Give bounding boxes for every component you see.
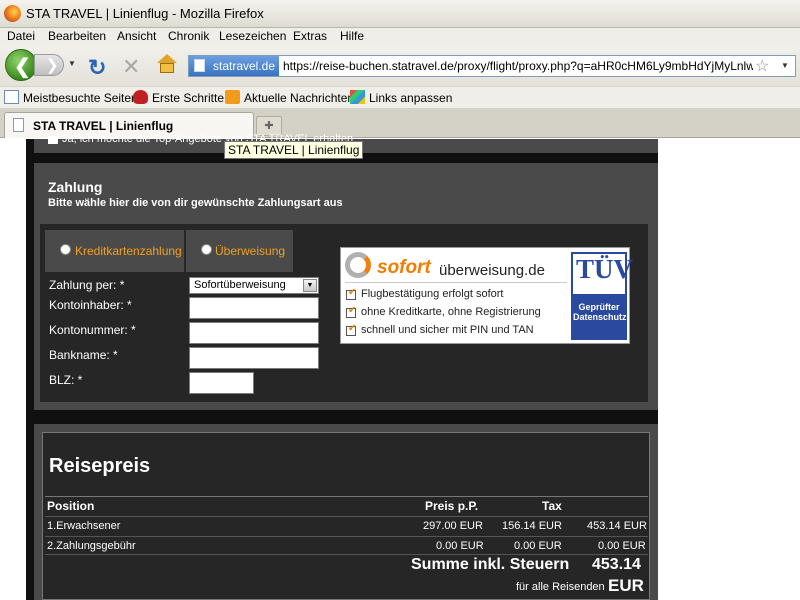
url-bar[interactable]: statravel.de https://reise-buchen.statra… (188, 55, 796, 77)
menu-hilfe[interactable]: Hilfe (340, 29, 364, 43)
bookmarks-toolbar: Meistbesuchte Seiten Erste Schritte Aktu… (0, 86, 800, 108)
tuev-seal: TÜV Geprüfter Datenschutz (571, 252, 633, 340)
forward-button[interactable]: ❯ (34, 54, 64, 76)
bookmark-aktuelle-nachrichten[interactable]: Aktuelle Nachrichten (244, 91, 354, 105)
url-dropdown-icon[interactable]: ▼ (781, 61, 789, 70)
bookmark-erste-schritte[interactable]: Erste Schritte (152, 91, 224, 105)
menu-extras[interactable]: Extras (293, 29, 327, 43)
windows-logo-icon (350, 90, 365, 104)
kontonummer-input[interactable] (189, 322, 319, 344)
bankname-label: Bankname: * (49, 348, 118, 362)
zahlung-per-value: Sofortüberweisung (194, 279, 286, 291)
banner-feature-2: ohne Kreditkarte, ohne Registrierung (361, 306, 541, 318)
sofort-logo-icon (345, 252, 371, 278)
tab-kreditkarte-label: Kreditkartenzahlung (75, 244, 182, 258)
stop-button[interactable]: ✕ (122, 54, 140, 80)
sum-currency: EUR (608, 576, 644, 595)
col-tax-header: Tax (542, 499, 562, 513)
menu-datei[interactable]: Datei (7, 29, 35, 43)
radio-ueberweisung[interactable] (201, 244, 212, 255)
menu-ansicht[interactable]: Ansicht (117, 29, 156, 43)
reload-button[interactable]: ↻ (88, 55, 106, 81)
kontonummer-label: Kontonummer: * (49, 323, 136, 337)
home-button[interactable] (156, 54, 178, 74)
row2-preis: 0.00 EUR (436, 540, 484, 552)
section-separator (34, 410, 658, 424)
checkmark-icon: ✔ (346, 287, 357, 300)
bookmark-star-icon[interactable]: ☆ (755, 56, 769, 76)
menu-chronik[interactable]: Chronik (168, 29, 209, 43)
blz-input[interactable] (189, 372, 254, 394)
window-titlebar: STA TRAVEL | Linienflug - Mozilla Firefo… (0, 0, 800, 28)
tab-tooltip: STA TRAVEL | Linienflug (224, 141, 364, 159)
sofortueberweisung-banner[interactable]: sofort überweisung.de ✔ Flugbestätigung … (340, 247, 633, 344)
zahlung-per-select[interactable]: Sofortüberweisung ▼ (189, 277, 319, 294)
menu-lesezeichen[interactable]: Lesezeichen (219, 29, 286, 43)
row1-position: 1.Erwachsener (47, 520, 121, 532)
row2-position: 2.Zahlungsgebühr (47, 540, 136, 552)
bookmark-meistbesuchte[interactable]: Meistbesuchte Seiten (23, 91, 138, 105)
kontoinhaber-input[interactable] (189, 297, 319, 319)
bankname-input[interactable] (189, 347, 319, 369)
price-title: Reisepreis (49, 455, 151, 477)
checkmark-icon: ✔ (346, 305, 357, 318)
bookmark-redhat-icon (133, 90, 148, 104)
tab-label: STA TRAVEL | Linienflug (33, 119, 174, 133)
radio-kreditkarte[interactable] (60, 244, 71, 255)
sum-value: 453.14 (592, 556, 641, 573)
navigation-toolbar: ❮ ❯ ▼ ↻ ✕ statravel.de https://reise-buc… (0, 46, 800, 86)
tab-kreditkartenzahlung[interactable]: Kreditkartenzahlung (45, 230, 184, 272)
window-title: STA TRAVEL | Linienflug - Mozilla Firefo… (26, 6, 264, 21)
tuev-seal-caption: Geprüfter Datenschutz (573, 294, 627, 338)
col-preis-header: Preis p.P. (425, 499, 479, 513)
col-position-header: Position (47, 499, 95, 513)
banner-feature-1: Flugbestätigung erfolgt sofort (361, 288, 504, 300)
history-dropdown-icon[interactable]: ▼ (68, 59, 76, 68)
blz-label: BLZ: * (49, 373, 83, 387)
row1-tax: 156.14 EUR (502, 520, 562, 532)
ueberweisung-brand: überweisung.de (439, 262, 545, 279)
row2-tax: 0.00 EUR (514, 540, 562, 552)
row-divider (45, 554, 648, 555)
bookmark-links-anpassen[interactable]: Links anpassen (369, 91, 452, 105)
row-divider (45, 516, 648, 517)
sum-label: Summe inkl. Steuern (411, 556, 570, 573)
page-icon (194, 59, 205, 72)
checkmark-icon: ✔ (346, 323, 357, 336)
newsletter-checkbox[interactable] (48, 136, 58, 144)
forward-arrow-icon: ❯ (46, 57, 59, 74)
tuev-seal-title: TÜV (576, 254, 634, 284)
tab-ueberweisung-label: Überweisung (215, 244, 286, 258)
row2-total: 0.00 EUR (598, 540, 646, 552)
header-divider (45, 496, 648, 497)
home-icon (157, 54, 177, 63)
site-identity-button[interactable]: statravel.de (189, 56, 279, 76)
row-divider (45, 536, 648, 537)
site-identity-label: statravel.de (213, 59, 276, 73)
page-icon (13, 118, 24, 132)
banner-divider (345, 282, 567, 283)
tab-ueberweisung[interactable]: Überweisung (186, 230, 293, 272)
back-button[interactable]: ❮ (5, 49, 37, 81)
url-text[interactable]: https://reise-buchen.statravel.de/proxy/… (283, 59, 753, 73)
zahlung-per-label: Zahlung per: * (49, 278, 125, 292)
kontoinhaber-label: Kontoinhaber: * (49, 298, 132, 312)
row1-total: 453.14 EUR (587, 520, 647, 532)
payment-title: Zahlung (48, 179, 103, 195)
firefox-icon (4, 5, 21, 22)
menu-bearbeiten[interactable]: Bearbeiten (48, 29, 106, 43)
bookmark-page-icon (4, 90, 19, 104)
menu-bar: Datei Bearbeiten Ansicht Chronik Lesezei… (0, 28, 800, 46)
banner-feature-3: schnell und sicher mit PIN und TAN (361, 324, 534, 336)
back-arrow-icon: ❮ (14, 56, 31, 78)
row1-preis: 297.00 EUR (423, 520, 483, 532)
rss-feed-icon (225, 90, 240, 104)
chevron-down-icon: ▼ (303, 279, 317, 292)
payment-subtitle: Bitte wähle hier die von dir gewünschte … (48, 197, 343, 209)
for-all-travellers: für alle Reisenden (516, 581, 605, 593)
sofort-brand: sofort (377, 257, 431, 278)
